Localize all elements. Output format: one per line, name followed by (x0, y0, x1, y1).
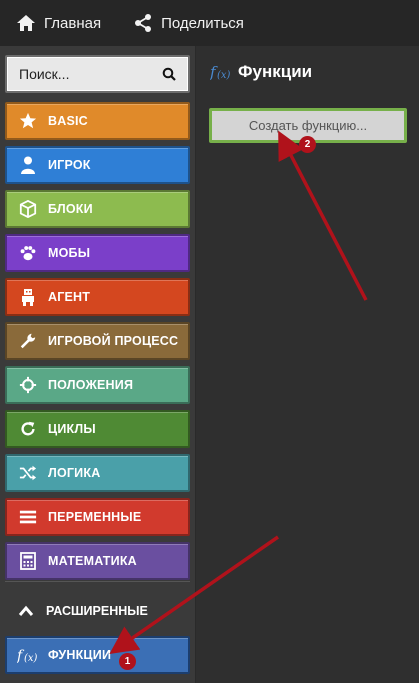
category-label: ФУНКЦИИ (48, 648, 112, 662)
share-icon (135, 14, 152, 32)
category-label: BASIC (48, 114, 88, 128)
top-bar: Главная Поделиться (0, 0, 419, 46)
crosshair-icon (17, 374, 39, 396)
list-icon (17, 506, 39, 528)
category-blocks[interactable]: БЛОКИ (5, 190, 190, 228)
category-label: ИГРОК (48, 158, 91, 172)
category-player[interactable]: ИГРОК (5, 146, 190, 184)
category-agent[interactable]: АГЕНТ (5, 278, 190, 316)
search-input[interactable]: Поиск... (5, 55, 190, 93)
category-label: ЦИКЛЫ (48, 422, 96, 436)
share-label: Поделиться (161, 14, 244, 32)
advanced-label: РАСШИРЕННЫЕ (46, 604, 148, 618)
advanced-toggle[interactable]: РАСШИРЕННЫЕ (5, 591, 190, 631)
star-icon (17, 110, 39, 132)
home-link[interactable]: Главная (16, 0, 101, 46)
home-label: Главная (44, 14, 102, 32)
category-logic[interactable]: ЛОГИКА (5, 454, 190, 492)
function-icon: f (x) (210, 63, 231, 81)
share-link[interactable]: Поделиться (133, 0, 244, 46)
category-loops[interactable]: ЦИКЛЫ (5, 410, 190, 448)
agent-icon (17, 286, 39, 308)
paw-icon (17, 242, 39, 264)
category-label: МАТЕМАТИКА (48, 554, 137, 568)
category-label: АГЕНТ (48, 290, 91, 304)
annotation-badge-2: 2 (299, 136, 316, 153)
shuffle-icon (17, 462, 39, 484)
svg-text:(x): (x) (24, 653, 38, 664)
chevron-up-icon (15, 605, 37, 617)
category-positions[interactable]: ПОЛОЖЕНИЯ (5, 366, 190, 404)
loop-icon (17, 418, 39, 440)
person-icon (17, 154, 39, 176)
flyout-title: Функции (238, 62, 313, 81)
svg-text:(x): (x) (217, 70, 231, 81)
category-label: ЛОГИКА (48, 466, 101, 480)
function-icon: f (x) (17, 644, 39, 666)
annotation-badge-1: 1 (119, 653, 136, 670)
home-icon (17, 15, 35, 31)
category-label: МОБЫ (48, 246, 91, 260)
toolbox: Поиск... BASIC ИГРОК БЛОКИ МОБЫ АГЕНТ ИГ… (0, 46, 196, 683)
toolbox-divider (5, 581, 190, 582)
category-functions[interactable]: f (x) ФУНКЦИИ (5, 636, 190, 674)
category-label: ПЕРЕМЕННЫЕ (48, 510, 142, 524)
category-mobs[interactable]: МОБЫ (5, 234, 190, 272)
category-variables[interactable]: ПЕРЕМЕННЫЕ (5, 498, 190, 536)
category-basic[interactable]: BASIC (5, 102, 190, 140)
search-icon[interactable] (162, 67, 176, 81)
search-placeholder: Поиск... (19, 66, 70, 82)
category-gameplay[interactable]: ИГРОВОЙ ПРОЦЕСС (5, 322, 190, 360)
calculator-icon (17, 550, 39, 572)
category-label: ПОЛОЖЕНИЯ (48, 378, 134, 392)
annotation-arrow-2 (278, 130, 368, 301)
wrench-icon (17, 330, 39, 352)
category-math[interactable]: МАТЕМАТИКА (5, 542, 190, 580)
category-label: ИГРОВОЙ ПРОЦЕСС (48, 334, 179, 348)
category-label: БЛОКИ (48, 202, 93, 216)
flyout-header: f (x) Функции (210, 62, 312, 82)
cube-icon (17, 198, 39, 220)
